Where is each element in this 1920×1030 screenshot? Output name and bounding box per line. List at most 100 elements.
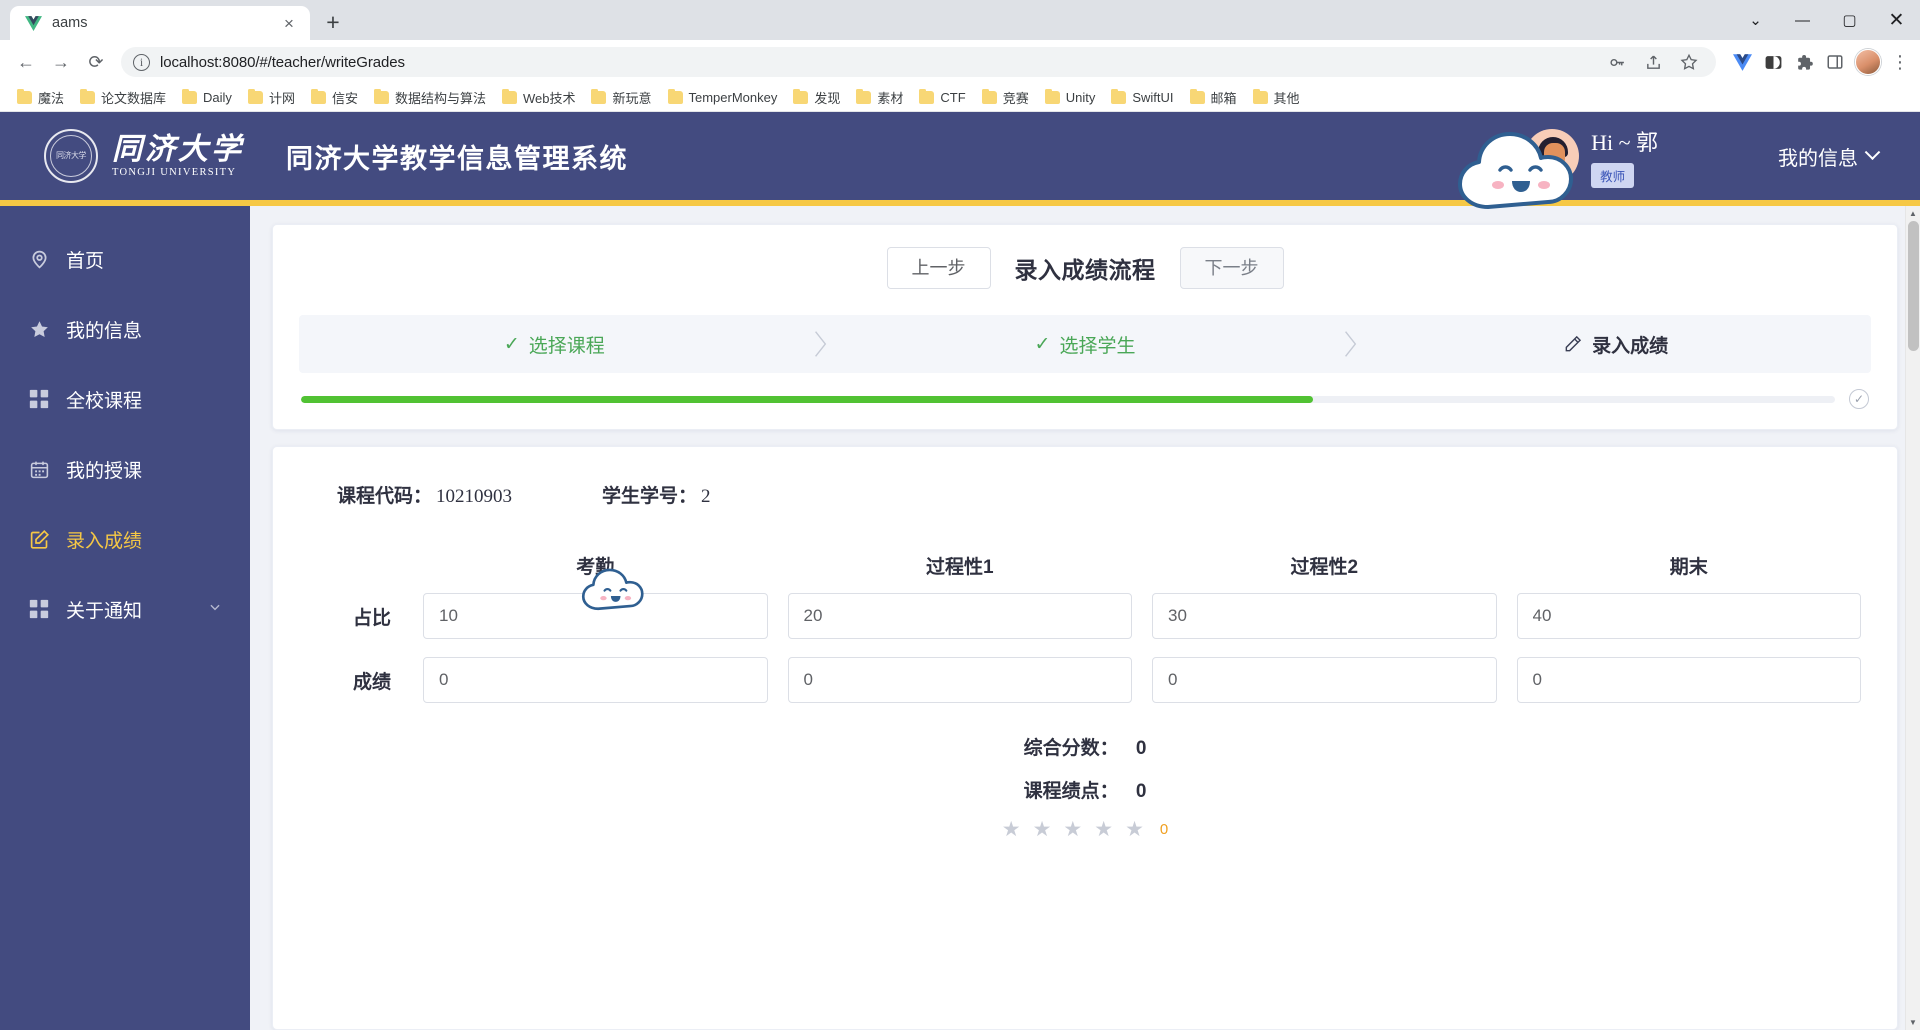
maximize-button[interactable]: ▢ (1826, 0, 1873, 40)
user-block[interactable]: Hi ~ 郭 教师 (1525, 125, 1658, 188)
scroll-down-icon[interactable]: ▼ (1906, 1015, 1920, 1030)
gpa-value: 0 (1135, 781, 1147, 802)
bookmark-item[interactable]: Unity (1038, 87, 1103, 108)
calendar-icon (28, 458, 50, 480)
bookmark-item[interactable]: 论文数据库 (73, 85, 173, 110)
score-input-final[interactable] (1516, 657, 1861, 703)
step-select-course[interactable]: ✓ 选择课程 (309, 331, 800, 358)
reload-icon[interactable]: ⟳ (80, 46, 112, 78)
bookmark-item[interactable]: 魔法 (10, 85, 71, 110)
grid-icon (28, 388, 50, 410)
star-rating[interactable]: ★ ★ ★ ★ ★ 0 (299, 819, 1871, 840)
prev-step-button[interactable]: 上一步 (886, 247, 991, 289)
step-select-student[interactable]: ✓ 选择学生 (840, 331, 1331, 358)
weight-input-process1[interactable] (787, 593, 1132, 639)
body-row: 首页 我的信息 全校课程 我的授课 录入成绩 关于通知 上一步 录入成绩流程 下… (0, 206, 1920, 1030)
weight-input-final[interactable] (1516, 593, 1861, 639)
meta-row: 课程代码： 10210903 学生学号： 2 (299, 481, 1871, 508)
bookmark-label: 邮箱 (1210, 91, 1237, 106)
tab-title: aams (52, 15, 88, 31)
score-input-process1[interactable] (787, 657, 1132, 703)
sidebar-item-my-info[interactable]: 我的信息 (0, 294, 250, 364)
tab-close-icon[interactable]: × (278, 12, 300, 34)
bookmark-item[interactable]: 其他 (1246, 85, 1307, 110)
bookmark-item[interactable]: 邮箱 (1183, 85, 1244, 110)
sidebar-item-my-teaching[interactable]: 我的授课 (0, 434, 250, 504)
sidebar-item-all-courses[interactable]: 全校课程 (0, 364, 250, 434)
bookmark-item[interactable]: 发现 (786, 85, 847, 110)
check-icon: ✓ (503, 333, 520, 355)
back-icon[interactable]: ← (10, 46, 42, 78)
step-label: 选择学生 (1059, 335, 1136, 357)
sidebar-item-home[interactable]: 首页 (0, 224, 250, 294)
summary-section: 综合分数： 0 课程绩点： 0 ★ ★ ★ ★ ★ 0 (299, 733, 1871, 840)
total-score-line: 综合分数： 0 (299, 733, 1871, 760)
next-step-button[interactable]: 下一步 (1179, 247, 1284, 289)
score-input-attendance[interactable] (423, 657, 768, 703)
new-tab-button[interactable]: + (316, 5, 350, 39)
student-id-label: 学生学号： (602, 486, 698, 507)
weight-input-attendance[interactable] (423, 593, 768, 639)
bookmark-item[interactable]: 计网 (241, 85, 302, 110)
bookmark-label: 计网 (268, 91, 295, 106)
logo-chinese-name: 同济大学 (112, 132, 244, 166)
sidepanel-icon[interactable] (1824, 51, 1846, 73)
bookmark-label: 新玩意 (612, 91, 652, 106)
folder-icon (856, 88, 872, 104)
star-icon[interactable]: ★ (1063, 819, 1082, 840)
weight-row: 占比 (337, 593, 1871, 639)
close-window-button[interactable]: ✕ (1873, 0, 1920, 40)
share-icon[interactable] (1642, 51, 1664, 73)
bookmark-item[interactable]: TemperMonkey (661, 87, 785, 108)
bookmark-label: 竞赛 (1002, 91, 1029, 106)
step-write-grades[interactable]: 录入成绩 (1370, 331, 1861, 358)
bookmark-item[interactable]: Daily (175, 87, 239, 108)
column-header: 期末 (1669, 557, 1708, 578)
weight-input-process2[interactable] (1152, 593, 1497, 639)
folder-icon (1189, 88, 1205, 104)
bookmark-item[interactable]: 数据结构与算法 (367, 85, 493, 110)
main-content: 上一步 录入成绩流程 下一步 ✓ 选择课程 ✓ 选择学生 录入成绩 ✓ 课程代码… (250, 206, 1920, 1030)
star-icon[interactable]: ★ (1125, 819, 1144, 840)
browser-window: aams × + ⌄ — ▢ ✕ ← → ⟳ i localhost:8080/… (0, 0, 1920, 1030)
sidebar-item-label: 我的授课 (66, 460, 143, 482)
bookmark-label: 其他 (1273, 91, 1300, 106)
system-title: 同济大学教学信息管理系统 (286, 143, 628, 174)
bookmark-item[interactable]: 新玩意 (584, 85, 658, 110)
vimium-v-icon[interactable] (1731, 51, 1753, 73)
address-bar[interactable]: i localhost:8080/#/teacher/writeGrades (121, 47, 1716, 77)
site-info-icon[interactable]: i (133, 53, 150, 71)
bookmark-label: 数据结构与算法 (394, 91, 486, 106)
puzzle-extensions-icon[interactable] (1793, 51, 1815, 73)
sidebar-item-write-grades[interactable]: 录入成绩 (0, 504, 250, 574)
bookmark-label: CTF (940, 90, 966, 105)
sidebar-item-notifications[interactable]: 关于通知 (0, 574, 250, 644)
star-icon[interactable]: ★ (1033, 819, 1052, 840)
dark-reader-icon[interactable] (1762, 51, 1784, 73)
my-info-dropdown[interactable]: 我的信息 (1778, 142, 1881, 171)
bookmark-item[interactable]: 素材 (849, 85, 910, 110)
bookmark-item[interactable]: 信安 (304, 85, 365, 110)
browser-tab[interactable]: aams × (10, 6, 310, 40)
star-icon[interactable]: ★ (1002, 819, 1021, 840)
star-icon[interactable]: ★ (1094, 819, 1113, 840)
bookmark-item[interactable]: Web技术 (495, 85, 583, 110)
location-pin-icon (28, 248, 50, 270)
profile-avatar-icon[interactable] (1855, 49, 1881, 75)
bookmark-star-icon[interactable] (1678, 51, 1700, 73)
kebab-menu-icon[interactable]: ⋮ (1890, 52, 1910, 73)
user-avatar-icon[interactable] (1525, 129, 1580, 183)
scrollbar-thumb[interactable] (1908, 221, 1919, 351)
minimize-button[interactable]: — (1779, 0, 1826, 40)
bookmark-item[interactable]: SwiftUI (1104, 87, 1180, 108)
bookmark-label: TemperMonkey (688, 90, 778, 105)
bookmark-item[interactable]: 竞赛 (975, 85, 1036, 110)
scroll-up-icon[interactable]: ▲ (1906, 206, 1920, 221)
forward-icon[interactable]: → (45, 46, 77, 78)
bookmark-item[interactable]: CTF (912, 87, 972, 108)
key-icon[interactable] (1606, 51, 1628, 73)
score-input-process2[interactable] (1152, 657, 1497, 703)
tab-search-icon[interactable]: ⌄ (1732, 0, 1779, 40)
folder-icon (591, 88, 607, 104)
page-scrollbar[interactable]: ▲ ▼ (1905, 206, 1920, 1030)
